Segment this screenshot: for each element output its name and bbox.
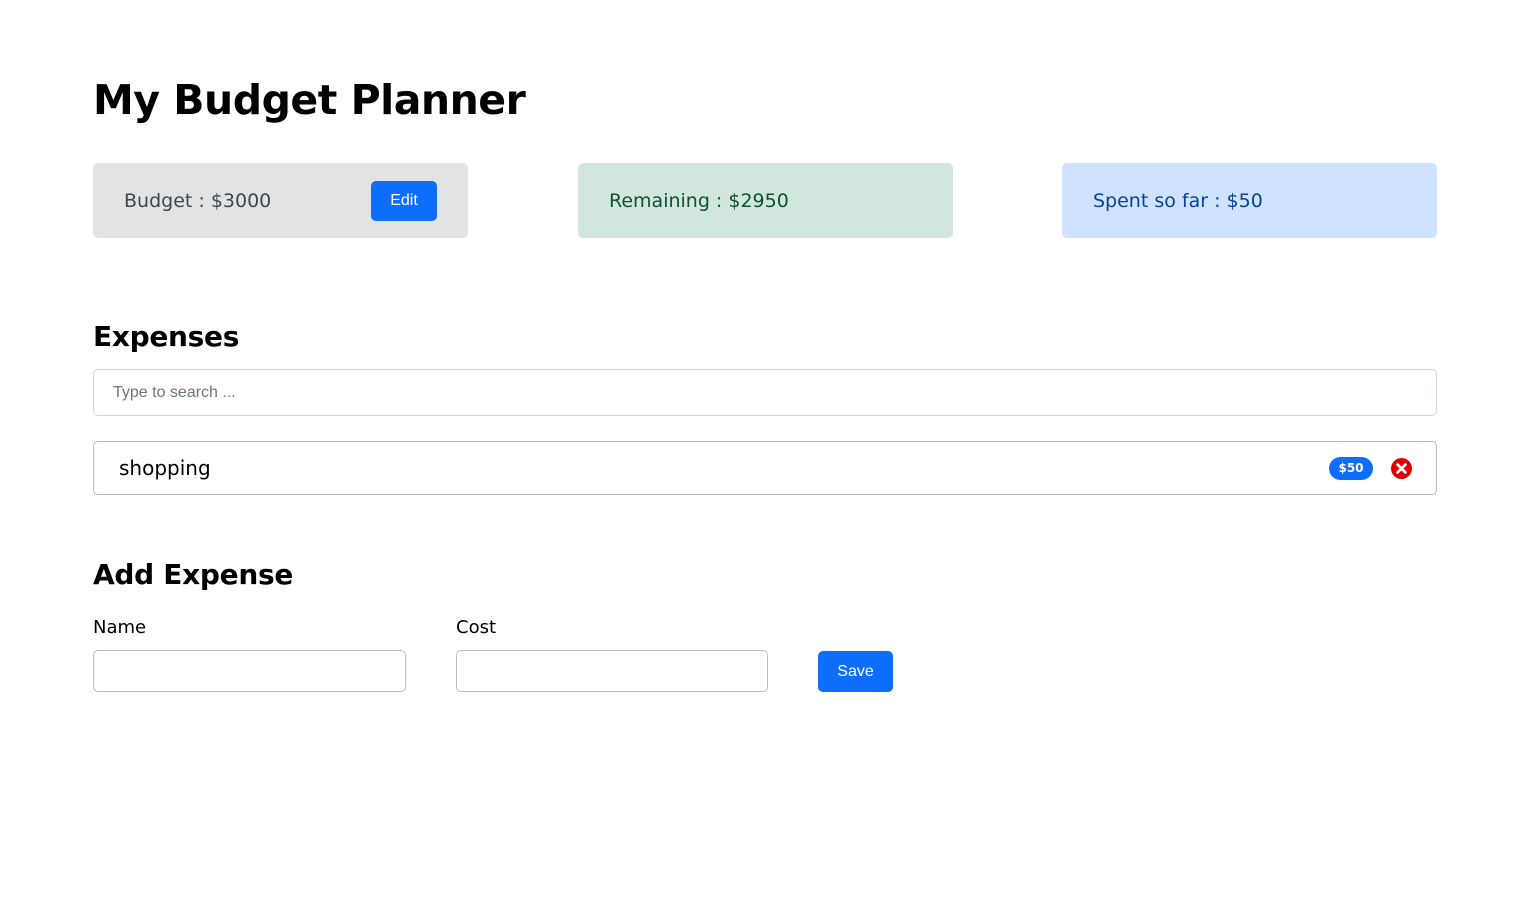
cost-label: Cost xyxy=(456,617,497,638)
search-input[interactable] xyxy=(93,369,1437,416)
budget-app: My Budget Planner Budget : $3000 Edit Re… xyxy=(0,0,1536,897)
budget-card: Budget : $3000 Edit xyxy=(93,163,468,238)
page-title: My Budget Planner xyxy=(93,76,526,124)
cost-field[interactable] xyxy=(456,650,768,692)
x-circle-icon[interactable] xyxy=(1391,457,1412,479)
edit-budget-button[interactable]: Edit xyxy=(371,180,437,221)
remaining-card: Remaining : $2950 xyxy=(578,163,953,238)
expenses-heading: Expenses xyxy=(93,320,240,353)
expense-name: shopping xyxy=(119,456,211,480)
cost-badge: $50 xyxy=(1329,456,1373,480)
remaining-text: Remaining : $2950 xyxy=(609,189,789,212)
spent-text: Spent so far : $50 xyxy=(1093,189,1263,212)
name-field[interactable] xyxy=(93,650,406,692)
budget-text: Budget : $3000 xyxy=(124,189,272,212)
list-item: shopping $50 xyxy=(94,442,1436,494)
name-label: Name xyxy=(93,617,147,638)
expense-actions: $50 xyxy=(1329,456,1412,480)
spent-card: Spent so far : $50 xyxy=(1062,163,1437,238)
save-button[interactable]: Save xyxy=(818,651,893,692)
add-expense-heading: Add Expense xyxy=(93,558,294,591)
expense-list: shopping $50 xyxy=(93,441,1437,495)
